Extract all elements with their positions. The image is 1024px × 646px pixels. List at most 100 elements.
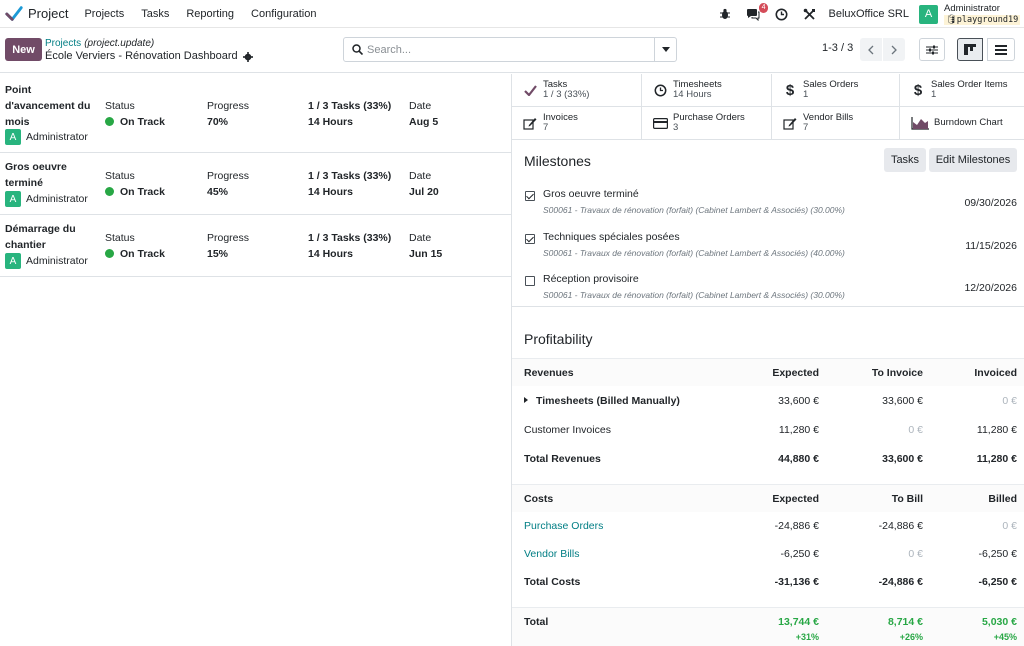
tasks-value: 1 / 3 Tasks (33%) — [308, 170, 392, 182]
stat-burndown-chart[interactable]: Burndown Chart — [900, 107, 1024, 140]
progress-value: 70% — [207, 116, 229, 128]
dollar-icon: $ — [785, 81, 795, 99]
breadcrumb-projects-link[interactable]: Projects — [45, 38, 81, 49]
search-input[interactable] — [367, 43, 657, 56]
cost-row-vendor-bills[interactable]: Vendor Bills -6,250 € 0 € -6,250 € — [512, 540, 1024, 568]
pager-previous-button[interactable] — [860, 38, 882, 61]
milestone-sale-line: S00061 - Travaux de rénovation (forfait)… — [543, 205, 845, 215]
tasks-column: 1 / 3 Tasks (33%) 14 Hours — [308, 230, 391, 262]
caret-right-icon[interactable] — [524, 397, 528, 403]
tools-icon[interactable] — [800, 5, 818, 23]
breadcrumb-model: (project.update) — [84, 38, 155, 49]
purchase-orders-link[interactable]: Purchase Orders — [524, 520, 603, 532]
total-costs-row: Total Costs -31,136 € -24,886 € -6,250 € — [524, 576, 1017, 588]
credit-card-icon — [652, 115, 668, 131]
stat-invoices[interactable]: Invoices 7 — [512, 107, 642, 140]
project-update-row[interactable]: Démarrage du chantier A Administrator Sta… — [0, 215, 511, 277]
grand-total-row: Total 13,744 € +31% 8,714 € +26% 5,030 €… — [512, 607, 1024, 646]
sliders-icon — [926, 45, 938, 54]
avatar: A — [5, 129, 21, 145]
control-panel: New Projects (project.update) École Verv… — [0, 29, 1024, 73]
milestone-name: Gros oeuvre terminé — [543, 188, 639, 200]
list-view-button[interactable] — [987, 38, 1015, 61]
clock-icon — [652, 82, 668, 98]
status-column: Status On Track — [105, 232, 165, 260]
kanban-view-button[interactable] — [957, 38, 983, 61]
breadcrumb: Projects (project.update) École Verviers… — [45, 37, 253, 63]
hours-value: 14 Hours — [308, 186, 353, 198]
edit-milestones-button[interactable]: Edit Milestones — [929, 148, 1017, 172]
settings-button[interactable] — [919, 38, 945, 61]
status-value: On Track — [120, 116, 165, 128]
milestones-tasks-button[interactable]: Tasks — [884, 148, 926, 172]
menu-tasks[interactable]: Tasks — [141, 8, 169, 20]
stat-timesheets[interactable]: Timesheets 14 Hours — [642, 74, 772, 107]
clock-icon[interactable] — [772, 5, 790, 23]
project-update-row[interactable]: Point d'avancement du mois A Administrato… — [0, 74, 511, 153]
kanban-icon — [964, 44, 976, 55]
milestone-checkbox[interactable] — [525, 234, 535, 244]
progress-column: Progress 70% — [207, 100, 250, 128]
company-switcher[interactable]: BeluxOffice SRL — [828, 8, 909, 20]
project-update-row[interactable]: Gros oeuvre terminé A Administrator Statu… — [0, 153, 511, 215]
area-chart-icon — [910, 115, 929, 131]
update-title: Gros oeuvre terminé — [5, 161, 67, 189]
revenue-row-customer-invoices: Customer Invoices 11,280 € 0 € 11,280 € — [524, 424, 1017, 436]
menu-reporting[interactable]: Reporting — [186, 8, 234, 20]
date-value: Jun 15 — [409, 248, 443, 260]
user-avatar[interactable]: A — [919, 4, 938, 24]
search-bar — [343, 37, 677, 62]
progress-value: 45% — [207, 186, 229, 198]
date-value: Jul 20 — [409, 186, 439, 198]
total-revenues-row: Total Revenues 44,880 € 33,600 € 11,280 … — [524, 453, 1017, 465]
stat-tasks[interactable]: Tasks 1 / 3 (33%) — [512, 74, 642, 107]
pencil-square-icon — [522, 115, 538, 131]
profitability-title: Profitability — [524, 331, 593, 347]
milestone-name: Techniques spéciales posées — [543, 231, 680, 243]
milestone-item[interactable]: Techniques spéciales posées S00061 - Tra… — [512, 230, 1024, 270]
milestone-checkbox[interactable] — [525, 276, 535, 286]
stat-vendor-bills[interactable]: Vendor Bills 7 — [772, 107, 900, 140]
stat-sales-order-items[interactable]: $ Sales Order Items 1 — [900, 74, 1024, 107]
tasks-column: 1 / 3 Tasks (33%) 14 Hours — [308, 98, 391, 130]
stat-sales-orders[interactable]: $ Sales Orders 1 — [772, 74, 900, 107]
vendor-bills-link[interactable]: Vendor Bills — [524, 548, 579, 560]
pager-value[interactable]: 1-3 / 3 — [822, 42, 853, 54]
pager-next-button[interactable] — [883, 38, 905, 61]
top-navbar: Project Projects Tasks Reporting Configu… — [0, 0, 1024, 28]
pencil-square-icon — [782, 115, 798, 131]
avatar: A — [5, 253, 21, 269]
revenue-row-timesheets[interactable]: Timesheets (Billed Manually) 33,600 € 33… — [512, 387, 1024, 415]
status-dot — [105, 187, 114, 196]
milestone-checkbox[interactable] — [525, 191, 535, 201]
date-value: Aug 5 — [409, 116, 439, 128]
milestones-title: Milestones — [524, 153, 591, 169]
milestone-item[interactable]: Gros oeuvre terminé S00061 - Travaux de … — [512, 187, 1024, 227]
project-app-icon[interactable] — [5, 5, 23, 23]
user-menu[interactable]: Administrator 🛢playground19 — [944, 3, 1024, 25]
chat-icon[interactable]: 4 — [744, 3, 769, 23]
tasks-value: 1 / 3 Tasks (33%) — [308, 100, 392, 112]
new-button[interactable]: New — [5, 38, 42, 61]
gear-icon[interactable] — [242, 51, 253, 62]
stat-buttons: Tasks 1 / 3 (33%) Timesheets 14 Hours $ Sa… — [512, 74, 1024, 140]
bug-icon[interactable] — [716, 5, 734, 23]
project-side-panel: Tasks 1 / 3 (33%) Timesheets 14 Hours $ Sa… — [511, 74, 1024, 646]
update-author: A Administrator — [5, 129, 88, 145]
hours-value: 14 Hours — [308, 116, 353, 128]
update-title: Démarrage du chantier — [5, 223, 76, 251]
stat-purchase-orders[interactable]: Purchase Orders 3 — [642, 107, 772, 140]
project-updates-list: Point d'avancement du mois A Administrato… — [0, 74, 511, 277]
avatar: A — [5, 191, 21, 207]
search-options-toggle[interactable] — [654, 38, 676, 61]
progress-column: Progress 15% — [207, 232, 250, 260]
search-icon — [352, 44, 363, 55]
menu-configuration[interactable]: Configuration — [251, 8, 316, 20]
cost-row-purchase-orders[interactable]: Purchase Orders -24,886 € -24,886 € 0 € — [512, 512, 1024, 540]
chevron-left-icon — [868, 45, 874, 54]
milestone-sale-line: S00061 - Travaux de rénovation (forfait)… — [543, 248, 845, 258]
menu-projects[interactable]: Projects — [84, 8, 124, 20]
app-name[interactable]: Project — [28, 6, 68, 21]
status-value: On Track — [120, 248, 165, 260]
date-column: Date Jul 20 — [409, 170, 439, 198]
